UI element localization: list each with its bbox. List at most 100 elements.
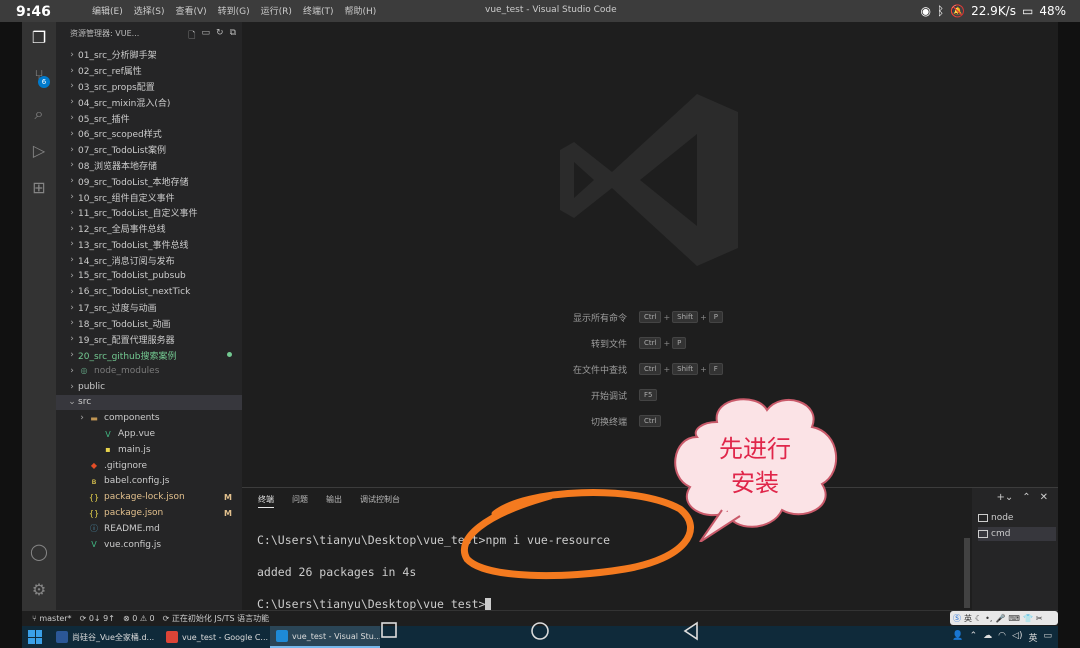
menu-item[interactable]: 编辑(E) [92, 4, 123, 17]
panel-tab[interactable]: 调试控制台 [360, 494, 400, 508]
maximize-panel-icon[interactable]: ⌃ [1022, 492, 1030, 503]
refresh-icon[interactable]: ↻ [216, 28, 224, 44]
menu-item[interactable]: 查看(V) [175, 4, 206, 17]
tree-item[interactable]: {} package.json M [56, 505, 242, 521]
tree-item[interactable]: ⌄ src [56, 394, 242, 411]
taskbar-app[interactable]: vue_test - Google C... [160, 626, 270, 648]
menu-item[interactable]: 运行(R) [261, 4, 292, 17]
chevron-icon: › [70, 302, 74, 313]
new-file-icon[interactable]: 🗋 [188, 28, 195, 44]
tree-item[interactable]: › 18_src_TodoList_动画 [56, 316, 242, 332]
tree-item[interactable]: ⓘ README.md [56, 521, 242, 537]
panel-tab[interactable]: 输出 [326, 494, 342, 508]
home-icon[interactable] [530, 621, 550, 641]
tree-item[interactable]: › 20_src_github搜索案例 [56, 347, 242, 363]
close-panel-icon[interactable]: ✕ [1040, 492, 1048, 503]
tree-item[interactable]: › 01_src_分析脚手架 [56, 47, 242, 63]
tree-item[interactable]: › ▬ components [56, 410, 242, 426]
tree-item[interactable]: › 08_浏览器本地存储 [56, 158, 242, 174]
modified-dot [227, 352, 232, 358]
tree-item[interactable]: › 14_src_消息订阅与发布 [56, 252, 242, 268]
tray-expand-icon[interactable]: ⌃ [970, 631, 978, 644]
taskbar-app[interactable]: 尚硅谷_Vue全家桶.d... [50, 626, 160, 648]
terminal-node-label: node [991, 513, 1014, 523]
terminal-cmd[interactable]: cmd [978, 527, 1056, 541]
tree-item[interactable]: › 03_src_props配置 [56, 79, 242, 95]
chevron-icon: › [80, 413, 84, 424]
back-icon[interactable] [682, 621, 700, 641]
tree-item[interactable]: ʙ babel.config.js [56, 474, 242, 490]
tree-item[interactable]: › 10_src_组件自定义事件 [56, 189, 242, 205]
tree-item[interactable]: › 07_src_TodoList案例 [56, 142, 242, 158]
ime-toolbar[interactable]: Ⓢ 英 ☾ •, 🎤 ⌨ 👕 ✂ [950, 611, 1058, 625]
panel-scrollbar[interactable] [964, 538, 970, 608]
volume-icon[interactable]: ◁) [1012, 631, 1022, 644]
chevron-icon: › [70, 113, 74, 124]
search-icon[interactable]: ⌕ [29, 104, 49, 124]
terminal-line-3: C:\Users\tianyu\Desktop\vue_test> [257, 597, 486, 611]
terminal-cmd-label: cmd [991, 529, 1011, 539]
recent-apps-icon[interactable] [380, 621, 398, 639]
run-debug-icon[interactable]: ▷ [29, 141, 49, 161]
tree-item[interactable]: › 02_src_ref属性 [56, 63, 242, 79]
annotation-line-2: 安装 [731, 469, 779, 497]
tree-item[interactable]: › 16_src_TodoList_nextTick [56, 284, 242, 300]
cloud-icon[interactable]: ☁ [983, 631, 992, 644]
app-icon [276, 630, 288, 642]
tree-item-label: 13_src_TodoList_事件总线 [78, 240, 189, 251]
sync-status[interactable]: ⟳ 0↓ 9↑ [80, 614, 115, 623]
menu-item[interactable]: 终端(T) [303, 4, 334, 17]
tree-item[interactable]: › public [56, 379, 242, 395]
modified-mark: M [224, 508, 232, 518]
tree-item-label: 09_src_TodoList_本地存储 [78, 177, 189, 188]
tree-item[interactable]: › 13_src_TodoList_事件总线 [56, 237, 242, 253]
extensions-icon[interactable]: ⊞ [29, 178, 49, 198]
add-terminal-icon[interactable]: +⌄ [996, 492, 1013, 503]
people-icon[interactable]: 👤 [952, 631, 963, 644]
menu-item[interactable]: 选择(S) [134, 4, 165, 17]
file-type-icon: {} [88, 508, 100, 518]
chevron-icon: › [70, 144, 74, 155]
tree-item[interactable]: › 17_src_过度与动画 [56, 300, 242, 316]
tree-item[interactable]: ◆ .gitignore [56, 458, 242, 474]
terminal-node[interactable]: node [978, 511, 1056, 525]
new-folder-icon[interactable]: ▭ [202, 28, 211, 44]
account-icon[interactable]: ◯ [29, 542, 49, 562]
tree-item[interactable]: › 04_src_mixin混入(合) [56, 94, 242, 110]
panel-tab[interactable]: 终端 [258, 494, 274, 508]
tree-item[interactable]: {} package-lock.json M [56, 489, 242, 505]
branch-status[interactable]: ⑂ master* [32, 614, 72, 623]
chevron-icon: › [70, 350, 74, 361]
chevron-icon: › [70, 223, 74, 234]
tray-lang[interactable]: 英 [1028, 631, 1037, 644]
tree-item[interactable]: › 19_src_配置代理服务器 [56, 331, 242, 347]
collapse-icon[interactable]: ⧉ [230, 28, 236, 44]
orange-circle-annotation [460, 489, 694, 580]
tree-item[interactable]: › 11_src_TodoList_自定义事件 [56, 205, 242, 221]
tree-item-label: public [78, 381, 106, 392]
menu-item[interactable]: 转到(G) [218, 4, 250, 17]
tree-item-label: 18_src_TodoList_动画 [78, 319, 171, 330]
problems-status[interactable]: ⊗ 0 ⚠ 0 [123, 614, 155, 623]
menu-item[interactable]: 帮助(H) [344, 4, 376, 17]
wifi-icon[interactable]: ◠ [998, 631, 1006, 644]
windows-start-icon[interactable] [28, 630, 42, 644]
explorer-actions: 🗋 ▭ ↻ ⧉ [188, 28, 236, 44]
tree-item[interactable]: V App.vue [56, 426, 242, 442]
menu-bar: 编辑(E) 选择(S) 查看(V) 转到(G) 运行(R) 终端(T) 帮助(H) [92, 4, 376, 17]
tree-item[interactable]: Vvue.config.js [56, 537, 242, 553]
tree-item[interactable]: ▪ main.js [56, 442, 242, 458]
files-icon[interactable]: ❐ [29, 28, 49, 48]
tree-item[interactable]: › ◎ node_modules [56, 363, 242, 379]
gear-icon[interactable]: ⚙ [29, 580, 49, 600]
tree-item[interactable]: › 05_src_插件 [56, 110, 242, 126]
tree-item-label: 11_src_TodoList_自定义事件 [78, 209, 198, 220]
tree-item[interactable]: › 12_src_全局事件总线 [56, 221, 242, 237]
tree-item[interactable]: › 09_src_TodoList_本地存储 [56, 173, 242, 189]
tree-item[interactable]: › 15_src_TodoList_pubsub [56, 268, 242, 284]
taskbar-app[interactable]: vue_test - Visual Stu... [270, 626, 380, 648]
panel-tab[interactable]: 问题 [292, 494, 308, 508]
notification-icon[interactable]: ▭ [1043, 631, 1052, 644]
shortcut-label: 转到文件 [590, 339, 627, 350]
tree-item[interactable]: › 06_src_scoped样式 [56, 126, 242, 142]
